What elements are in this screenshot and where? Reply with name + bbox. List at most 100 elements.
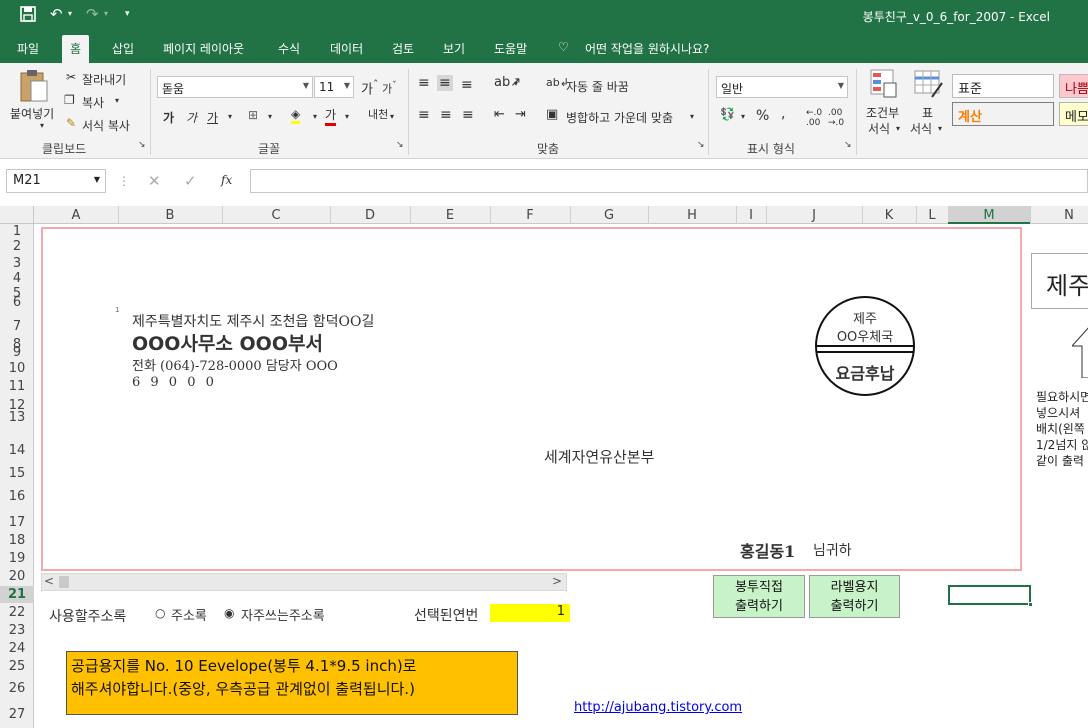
print-label-button[interactable]: 라벨용지 출력하기	[809, 575, 900, 618]
tell-me-search[interactable]: 어떤 작업을 원하시나요?	[585, 40, 709, 57]
scroll-thumb[interactable]	[59, 576, 69, 588]
row-header[interactable]: 26	[0, 681, 34, 696]
row-header[interactable]: 17	[0, 515, 34, 530]
decrease-decimal-icon[interactable]: .00 →.0	[828, 108, 844, 128]
radio-address-book[interactable]: ○	[155, 606, 165, 620]
fill-dropdown-icon[interactable]: ▾	[313, 112, 317, 121]
print-envelope-button[interactable]: 봉투직접 출력하기	[713, 575, 805, 618]
blog-link[interactable]: http://ajubang.tistory.com	[574, 700, 742, 715]
row-header[interactable]: 20	[0, 569, 34, 584]
increase-decimal-icon[interactable]: ←.0.00	[806, 108, 822, 128]
row-header[interactable]: 11	[0, 379, 34, 394]
insert-function-icon[interactable]: fx	[221, 173, 232, 187]
undo-icon[interactable]: ↶	[50, 5, 63, 23]
fill-handle[interactable]	[1028, 602, 1033, 607]
column-header[interactable]: B	[118, 208, 222, 223]
font-name-select[interactable]: 돋움 ▼	[157, 76, 313, 98]
cancel-icon[interactable]: ✕	[148, 172, 161, 190]
tab-review[interactable]: 검토	[392, 40, 414, 57]
copy-dropdown-icon[interactable]: ▾	[115, 96, 119, 105]
row-header-selected[interactable]: 21	[0, 586, 34, 603]
column-header[interactable]: N	[1030, 208, 1088, 223]
increase-indent-icon[interactable]: ⇥	[515, 107, 526, 122]
column-header[interactable]: K	[862, 208, 916, 223]
merge-icon[interactable]: ▣	[546, 107, 558, 122]
format-painter-icon[interactable]: ✎	[66, 116, 76, 130]
redo-dropdown-icon[interactable]: ▾	[104, 9, 108, 18]
format-table-button[interactable]: 표	[922, 104, 933, 121]
row-header[interactable]: 10	[0, 361, 34, 376]
font-color-dropdown-icon[interactable]: ▾	[345, 112, 349, 121]
tab-view[interactable]: 보기	[443, 40, 465, 57]
paste-dropdown-icon[interactable]: ▾	[40, 121, 44, 130]
number-format-select[interactable]: 일반 ▼	[716, 76, 848, 98]
comma-button[interactable]: ,	[781, 106, 785, 122]
clipboard-launcher-icon[interactable]: ↘	[138, 140, 146, 150]
name-box[interactable]: M21 ▼	[6, 169, 106, 193]
column-header[interactable]: L	[916, 208, 948, 223]
row-header[interactable]: 7	[0, 319, 34, 334]
format-painter-button[interactable]: 서식 복사	[82, 117, 130, 134]
column-header[interactable]: H	[648, 208, 736, 223]
style-note[interactable]: 메모	[1059, 102, 1088, 126]
phonetic-button[interactable]: 내천	[368, 106, 388, 122]
style-bad[interactable]: 나쁨	[1059, 74, 1088, 98]
column-header[interactable]: J	[766, 208, 862, 223]
column-header[interactable]: D	[330, 208, 410, 223]
radio-frequent-book-label[interactable]: 자주쓰는주소록	[241, 605, 325, 624]
column-header[interactable]: F	[490, 208, 570, 223]
customize-qat-icon[interactable]: ▾	[125, 9, 130, 19]
paste-button[interactable]: 붙여넣기	[10, 105, 54, 122]
redo-icon[interactable]: ↷	[86, 5, 99, 23]
tab-data[interactable]: 데이터	[330, 40, 363, 57]
column-header[interactable]: E	[410, 208, 490, 223]
formula-input[interactable]	[250, 169, 1088, 193]
fill-color-icon[interactable]: ◈	[291, 107, 301, 124]
underline-button[interactable]: 가	[207, 109, 218, 126]
align-middle-icon[interactable]: ≡	[437, 75, 453, 91]
row-header[interactable]: 15	[0, 466, 34, 481]
number-launcher-icon[interactable]: ↘	[844, 140, 852, 150]
merge-center-button[interactable]: 병합하고 가운데 맞춤	[566, 109, 673, 126]
row-header[interactable]: 18	[0, 533, 34, 548]
row-header[interactable]: 13	[0, 410, 34, 425]
undo-dropdown-icon[interactable]: ▾	[68, 9, 72, 18]
row-header[interactable]: 24	[0, 641, 34, 656]
font-launcher-icon[interactable]: ↘	[396, 140, 404, 150]
underline-dropdown-icon[interactable]: ▾	[228, 112, 232, 121]
bold-button[interactable]: 가	[163, 109, 174, 126]
enter-icon[interactable]: ✓	[184, 172, 197, 190]
tab-formulas[interactable]: 수식	[278, 40, 300, 57]
cut-icon[interactable]: ✂	[66, 70, 76, 84]
scroll-right-icon[interactable]: >	[552, 574, 562, 588]
row-header[interactable]: 25	[0, 659, 34, 674]
column-header-selected[interactable]: M	[948, 206, 1030, 224]
column-header[interactable]: A	[34, 208, 118, 223]
style-normal[interactable]: 표준	[952, 74, 1054, 98]
format-table-dropdown-icon[interactable]: ▾	[938, 124, 942, 133]
preview-scrollbar[interactable]: < >	[41, 573, 567, 591]
merge-dropdown-icon[interactable]: ▾	[690, 112, 694, 121]
currency-dropdown-icon[interactable]: ▾	[741, 112, 745, 121]
tab-home[interactable]: 홈	[62, 35, 90, 63]
select-all-corner[interactable]	[0, 206, 34, 224]
row-header[interactable]: 14	[0, 443, 34, 458]
row-header[interactable]: 23	[0, 623, 34, 638]
conditional-format-button[interactable]: 조건부	[866, 104, 899, 121]
copy-button[interactable]: 복사	[82, 94, 104, 111]
font-color-button[interactable]: 가	[325, 106, 337, 126]
radio-address-book-label[interactable]: 주소록	[171, 605, 207, 624]
align-bottom-icon[interactable]: ≡	[461, 77, 473, 93]
active-cell[interactable]	[948, 585, 1033, 607]
conditional-format-icon[interactable]	[870, 69, 898, 102]
radio-frequent-book[interactable]: ◉	[224, 606, 234, 620]
row-header[interactable]: 22	[0, 605, 34, 620]
save-icon[interactable]	[20, 6, 36, 26]
currency-icon[interactable]: 💱	[720, 107, 735, 121]
format-table-icon[interactable]	[914, 69, 944, 102]
copy-icon[interactable]: ❐	[64, 93, 75, 107]
selected-number-cell[interactable]: 1	[490, 604, 570, 622]
italic-button[interactable]: 가	[186, 109, 197, 126]
align-right-icon[interactable]: ≡	[462, 107, 474, 123]
column-header[interactable]: G	[570, 208, 648, 223]
